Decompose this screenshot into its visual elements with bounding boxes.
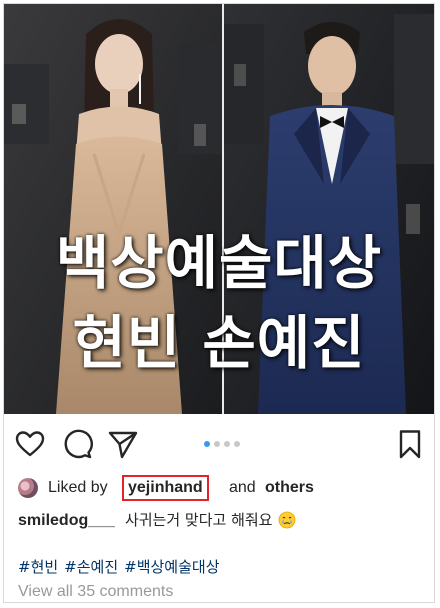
liker-avatar[interactable] [18,478,38,498]
hashtag-row: #현빈 #손예진 #백상예술대상 [18,554,226,580]
liked-by-and: and [229,479,256,496]
liked-by-others-link[interactable]: others [265,474,314,502]
carousel-dot [214,441,220,447]
comment-row: smiledog___ 사귀는거 맞다고 해줘요 [18,506,428,534]
carousel-dot [234,441,240,447]
comment-username[interactable]: smiledog___ [18,512,115,529]
crying-face-emoji-icon [278,511,296,529]
post-action-bar [4,424,434,464]
paper-plane-icon[interactable] [107,428,139,460]
comment-text: 사귀는거 맞다고 해줘요 [124,511,273,529]
hashtag-link[interactable]: #손예진 [64,558,118,576]
bookmark-icon[interactable] [394,428,426,460]
post-image[interactable]: 백상예술대상 현빈 손예진 [4,4,434,414]
liked-by-row: Liked by yejinhand and others [18,474,428,502]
view-all-comments-link[interactable]: View all 35 comments [18,580,173,602]
image-caption-line-1: 백상예술대상 [55,229,383,297]
hashtag-link[interactable]: #현빈 [18,558,58,576]
heart-icon[interactable] [14,428,46,460]
liked-by-username[interactable]: yejinhand [122,475,209,501]
comment-bubble-icon[interactable] [61,428,93,460]
image-caption-line-2: 현빈 손예진 [72,309,366,377]
carousel-dot [204,441,210,447]
carousel-dot [224,441,230,447]
hashtag-link[interactable]: #백상예술대상 [124,558,219,576]
instagram-post: 백상예술대상 현빈 손예진 Liked by yejinhand and oth… [3,3,435,603]
liked-by-label: Liked by [48,479,108,496]
